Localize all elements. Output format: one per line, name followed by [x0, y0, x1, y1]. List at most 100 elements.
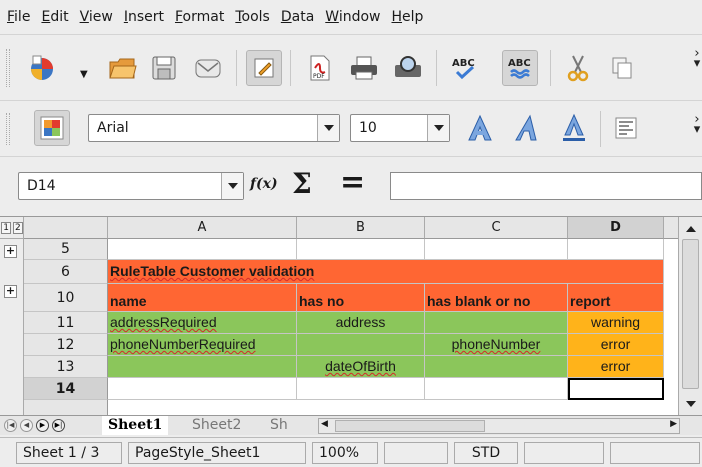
- email-document-button[interactable]: [190, 50, 226, 86]
- cell-a10[interactable]: name: [108, 284, 297, 312]
- cell-d12[interactable]: error: [568, 334, 664, 356]
- toolbar-more-icon[interactable]: › ▾: [692, 47, 702, 70]
- first-sheet-button[interactable]: |◀: [4, 419, 17, 432]
- cell-a5[interactable]: [108, 239, 297, 260]
- row-header-14[interactable]: 14: [24, 378, 108, 400]
- cell-a13[interactable]: [108, 356, 297, 378]
- auto-spellcheck-button[interactable]: ABC: [502, 50, 538, 86]
- cell-c10[interactable]: has blank or no: [425, 284, 568, 312]
- column-header-e[interactable]: [664, 217, 678, 239]
- save-button[interactable]: [146, 50, 182, 86]
- vertical-scrollbar[interactable]: [678, 217, 702, 416]
- column-header-c[interactable]: C: [425, 217, 568, 239]
- scroll-right-button[interactable]: ▶: [670, 419, 677, 429]
- italic-button[interactable]: [510, 110, 546, 146]
- styles-button[interactable]: [34, 110, 70, 146]
- underline-button[interactable]: [556, 110, 592, 146]
- horizontal-scrollbar[interactable]: ◀ ▶: [318, 418, 680, 434]
- edit-file-button[interactable]: [246, 50, 282, 86]
- status-zoom[interactable]: 100%: [312, 442, 378, 464]
- column-header-d[interactable]: D: [568, 217, 664, 239]
- status-page-style[interactable]: PageStyle_Sheet1: [128, 442, 306, 464]
- font-name-combo[interactable]: Arial: [88, 114, 340, 142]
- menu-edit[interactable]: Edit: [38, 9, 76, 25]
- cell-a11[interactable]: addressRequired: [108, 312, 297, 334]
- row-header-13[interactable]: 13: [24, 356, 108, 378]
- cell-b5[interactable]: [297, 239, 425, 260]
- column-header-b[interactable]: B: [297, 217, 425, 239]
- menu-data[interactable]: Data: [278, 9, 322, 25]
- vertical-scroll-thumb[interactable]: [682, 239, 699, 389]
- sum-button[interactable]: Σ: [292, 167, 312, 200]
- sheet-tab-sheet1[interactable]: Sheet1: [102, 416, 169, 435]
- menu-window[interactable]: Window: [322, 9, 388, 25]
- sheet-tab-sheet2[interactable]: Sheet2: [186, 416, 247, 435]
- spellcheck-button[interactable]: ABC: [446, 50, 482, 86]
- bold-button[interactable]: [462, 110, 498, 146]
- row-header-10[interactable]: 10: [24, 284, 108, 312]
- cut-button[interactable]: [560, 50, 596, 86]
- new-dropdown-arrow[interactable]: ▼: [80, 69, 88, 80]
- cell-a12[interactable]: phoneNumberRequired: [108, 334, 297, 356]
- sheet-tab-sheet3[interactable]: Sh: [264, 416, 312, 435]
- cell-a6-ruletable-title[interactable]: RuleTable Customer validation: [108, 260, 664, 284]
- cell-d5[interactable]: [568, 239, 664, 260]
- cell-b12[interactable]: [297, 334, 425, 356]
- cell-d11[interactable]: warning: [568, 312, 664, 334]
- menu-format[interactable]: Format: [172, 9, 232, 25]
- cell-c14[interactable]: [425, 378, 568, 400]
- row-header-11[interactable]: 11: [24, 312, 108, 334]
- outline-level-1-button[interactable]: 1: [1, 221, 11, 234]
- cell-b11[interactable]: address: [297, 312, 425, 334]
- expand-group-icon[interactable]: +: [4, 245, 17, 258]
- select-all-corner[interactable]: [24, 217, 108, 239]
- cell-c12[interactable]: phoneNumber: [425, 334, 568, 356]
- menu-tools[interactable]: Tools: [232, 9, 278, 25]
- previous-sheet-button[interactable]: ◀: [20, 419, 33, 432]
- scroll-left-button[interactable]: ◀: [321, 419, 328, 429]
- toolbar-grip[interactable]: [6, 113, 10, 145]
- row-header-12[interactable]: 12: [24, 334, 108, 356]
- cell-d10[interactable]: report: [568, 284, 664, 312]
- column-header-a[interactable]: A: [108, 217, 297, 239]
- page-preview-button[interactable]: [390, 50, 426, 86]
- scroll-up-button[interactable]: [682, 220, 699, 237]
- cell-b13[interactable]: dateOfBirth: [297, 356, 425, 378]
- cell-a14[interactable]: [108, 378, 297, 400]
- font-size-dropdown-button[interactable]: [427, 115, 449, 141]
- font-size-combo[interactable]: 10: [350, 114, 450, 142]
- print-button[interactable]: [346, 50, 382, 86]
- cell-c5[interactable]: [425, 239, 568, 260]
- row-header-6[interactable]: 6: [24, 260, 108, 284]
- menu-insert[interactable]: Insert: [121, 9, 172, 25]
- copy-button[interactable]: [604, 50, 640, 86]
- menu-help[interactable]: Help: [389, 9, 432, 25]
- next-sheet-button[interactable]: ▶: [36, 419, 49, 432]
- cell-c11[interactable]: [425, 312, 568, 334]
- scroll-down-button[interactable]: [682, 395, 699, 412]
- menu-view[interactable]: View: [77, 9, 121, 25]
- menu-file[interactable]: File: [4, 9, 38, 25]
- align-left-button[interactable]: [608, 110, 644, 146]
- horizontal-scroll-thumb[interactable]: [335, 420, 485, 432]
- cell-b14[interactable]: [297, 378, 425, 400]
- new-document-button[interactable]: [24, 50, 60, 86]
- toolbar-grip[interactable]: [6, 49, 10, 87]
- cell-d14-active[interactable]: [568, 378, 664, 400]
- status-selection-mode[interactable]: STD: [454, 442, 518, 464]
- function-wizard-button[interactable]: f(x): [250, 176, 278, 192]
- cell-d13[interactable]: error: [568, 356, 664, 378]
- formula-equals-button[interactable]: =: [340, 165, 365, 200]
- open-button[interactable]: [104, 50, 140, 86]
- cell-c13[interactable]: [425, 356, 568, 378]
- cell-b10[interactable]: has no: [297, 284, 425, 312]
- last-sheet-button[interactable]: ▶|: [52, 419, 65, 432]
- expand-group-icon[interactable]: +: [4, 285, 17, 298]
- row-header-partial[interactable]: [24, 400, 108, 416]
- outline-level-2-button[interactable]: 2: [13, 221, 23, 234]
- toolbar-more-icon[interactable]: › ▾: [692, 113, 702, 136]
- name-box-dropdown-button[interactable]: [221, 173, 243, 199]
- formula-input[interactable]: [390, 172, 702, 200]
- export-pdf-button[interactable]: PDF: [302, 50, 338, 86]
- name-box[interactable]: D14: [18, 172, 244, 200]
